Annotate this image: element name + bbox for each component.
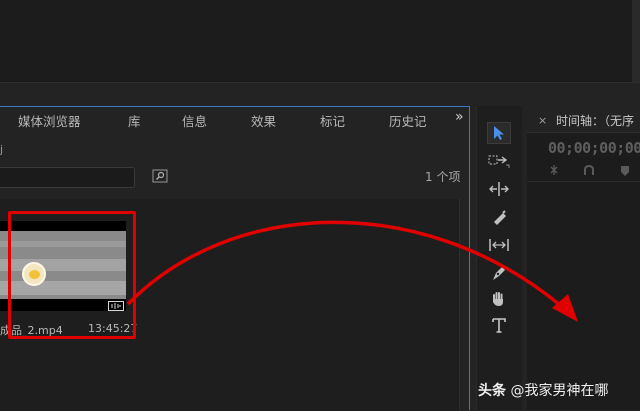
program-monitor-area [0, 0, 640, 83]
tab-timeline[interactable]: 时间轴：（无序 [556, 112, 634, 129]
tools-panel [476, 106, 522, 410]
timeline-controls [547, 163, 640, 179]
track-select-tool-icon[interactable] [487, 150, 511, 172]
watermark-account: @我家男神在哪 [510, 383, 609, 399]
watermark: 头条 @我家男神在哪 [478, 380, 608, 400]
item-count: 1 个项 [425, 170, 461, 184]
find-icon[interactable] [152, 168, 168, 184]
ripple-edit-tool-icon[interactable] [487, 178, 511, 200]
tab-history[interactable]: 历史记 [389, 111, 433, 130]
add-marker-icon [621, 166, 629, 176]
panel-divider [0, 83, 640, 106]
pen-tool-icon[interactable] [487, 262, 511, 284]
search-input[interactable] [0, 167, 135, 188]
close-icon[interactable]: × [538, 114, 547, 127]
hand-tool-icon[interactable] [487, 288, 511, 310]
tab-libraries[interactable]: 库 [128, 111, 141, 130]
tab-overflow-menu[interactable]: » [455, 109, 464, 125]
magnet-icon [584, 164, 594, 175]
selection-tool-icon[interactable] [487, 122, 511, 144]
watermark-brand: 头条 [478, 383, 506, 399]
razor-tool-icon[interactable] [487, 206, 511, 228]
tab-media-browser[interactable]: 媒体浏览器 [18, 111, 81, 130]
tab-info[interactable]: 信息 [182, 111, 207, 130]
slip-tool-icon[interactable] [487, 234, 511, 256]
bin-label: j [0, 143, 4, 156]
type-tool-icon[interactable] [487, 314, 511, 336]
tab-markers[interactable]: 标记 [320, 111, 345, 130]
snap-icon [550, 165, 558, 175]
timeline-divider [527, 181, 640, 182]
annotation-highlight-box [8, 211, 136, 339]
monitor-scrollbar[interactable] [632, 0, 640, 82]
timeline-timecode[interactable]: 00;00;00;00 [548, 139, 640, 157]
timeline-panel: × 时间轴：（无序 00;00;00;00 [527, 106, 640, 410]
tab-effects[interactable]: 效果 [251, 111, 276, 130]
timeline-tab-bar: × 时间轴：（无序 [527, 106, 640, 133]
